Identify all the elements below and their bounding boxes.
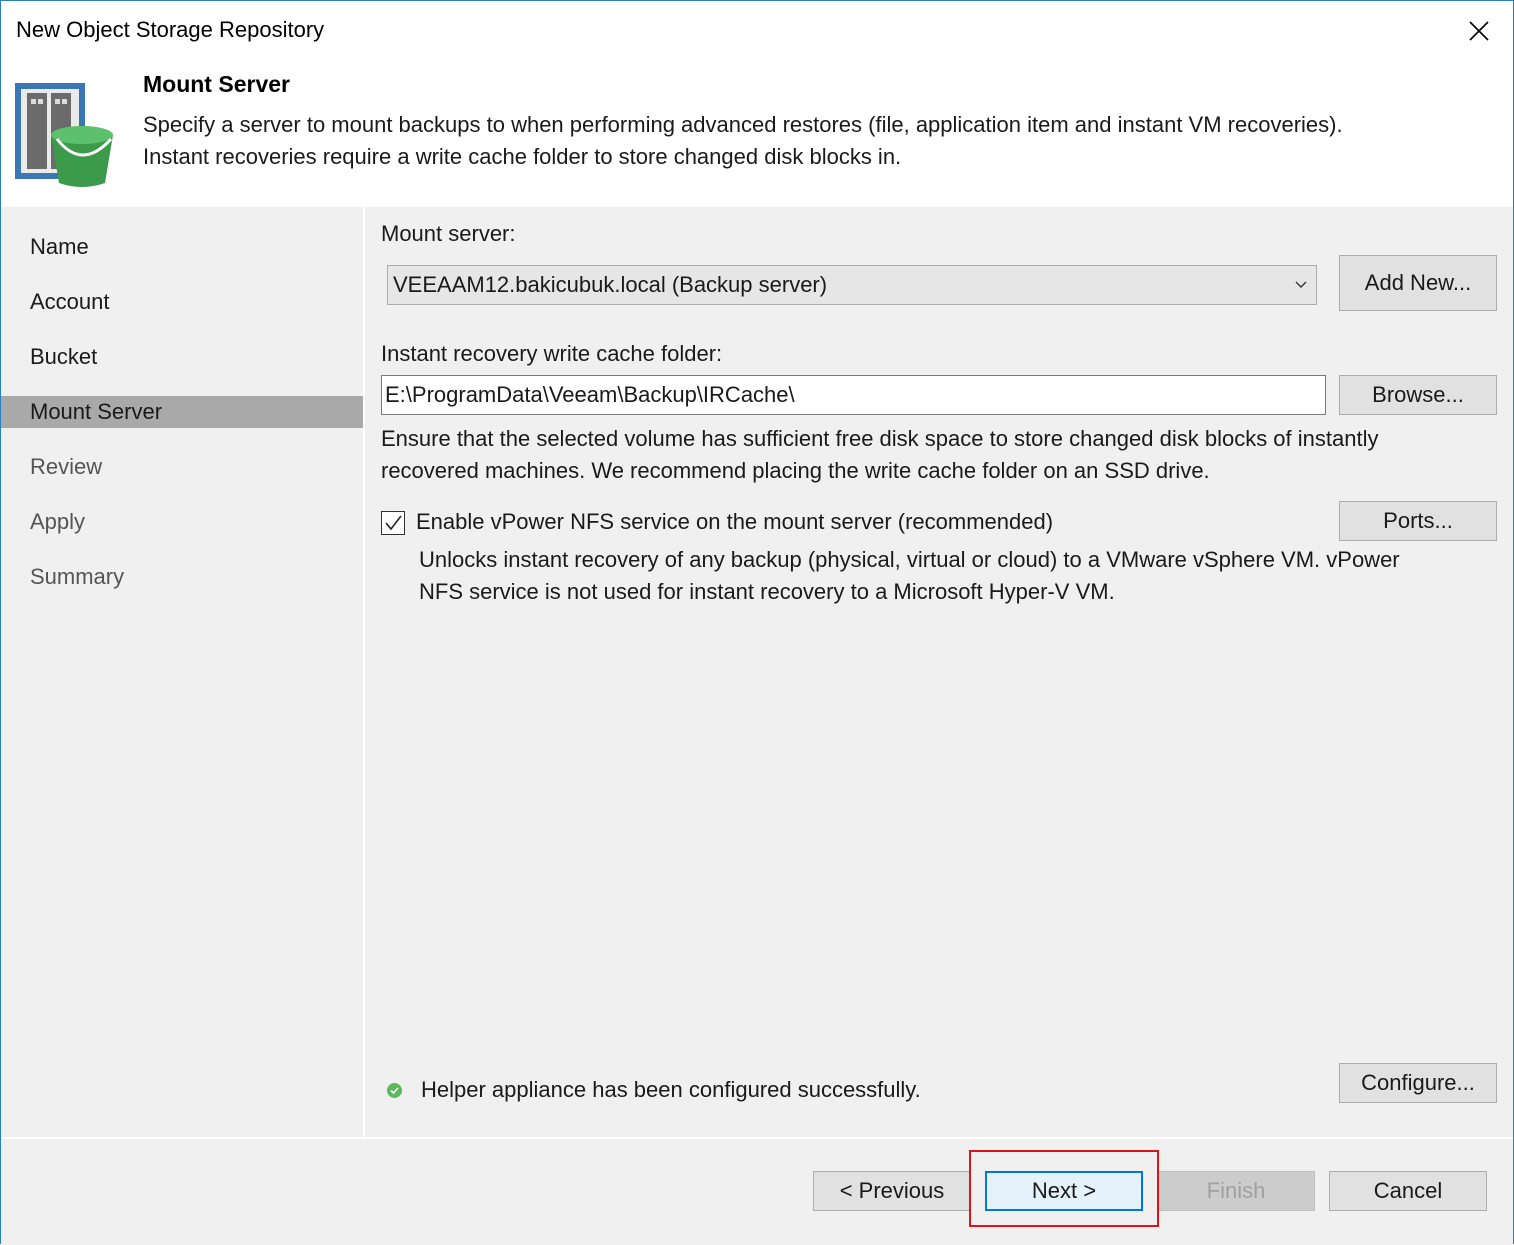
cache-note-line: Ensure that the selected volume has suff… (381, 426, 1379, 451)
wizard-window: New Object Storage Repository Mount Serv… (0, 0, 1514, 1245)
chevron-down-icon (1294, 266, 1308, 316)
mount-server-label: Mount server: (381, 221, 516, 246)
cancel-button[interactable]: Cancel (1329, 1171, 1487, 1211)
step-account[interactable]: Account (1, 286, 363, 318)
page-title: Mount Server (143, 71, 290, 97)
title-bar: New Object Storage Repository (1, 1, 1513, 63)
ports-button[interactable]: Ports... (1339, 501, 1497, 541)
page-description: Specify a server to mount backups to whe… (143, 109, 1493, 173)
checkmark-icon (385, 515, 402, 531)
step-summary[interactable]: Summary (1, 561, 363, 593)
step-name[interactable]: Name (1, 231, 363, 263)
configure-button[interactable]: Configure... (1339, 1063, 1497, 1103)
helper-status-text: Helper appliance has been configured suc… (421, 1077, 921, 1102)
vpower-desc-line: NFS service is not used for instant reco… (419, 579, 1115, 604)
cache-note-line: recovered machines. We recommend placing… (381, 458, 1210, 483)
page-description-line: Instant recoveries require a write cache… (143, 144, 902, 169)
mount-server-select[interactable]: VEEAAM12.bakicubuk.local (Backup server) (387, 265, 1317, 305)
add-new-button[interactable]: Add New... (1339, 255, 1497, 311)
wizard-header: Mount Server Specify a server to mount b… (1, 63, 1513, 207)
step-content: Mount server: VEEAAM12.bakicubuk.local (… (365, 207, 1513, 1137)
vpower-nfs-label[interactable]: Enable vPower NFS service on the mount s… (416, 509, 1053, 535)
vpower-nfs-checkbox[interactable] (381, 511, 405, 535)
next-button[interactable]: Next > (985, 1171, 1143, 1211)
step-review[interactable]: Review (1, 451, 363, 483)
finish-button: Finish (1157, 1171, 1315, 1211)
step-bucket[interactable]: Bucket (1, 341, 363, 373)
vpower-desc-line: Unlocks instant recovery of any backup (… (419, 547, 1400, 572)
cache-folder-note: Ensure that the selected volume has suff… (381, 423, 1491, 487)
previous-button[interactable]: < Previous (813, 1171, 971, 1211)
object-storage-icon (15, 83, 113, 187)
vpower-nfs-description: Unlocks instant recovery of any backup (… (419, 544, 1499, 608)
cache-folder-label: Instant recovery write cache folder: (381, 341, 723, 366)
close-icon (1469, 21, 1489, 41)
page-description-line: Specify a server to mount backups to whe… (143, 112, 1343, 137)
success-icon (387, 1083, 402, 1098)
browse-button[interactable]: Browse... (1339, 375, 1497, 415)
wizard-steps: Name Account Bucket Mount Server Review … (1, 207, 365, 1137)
window-title: New Object Storage Repository (16, 17, 325, 42)
step-mount-server[interactable]: Mount Server (1, 396, 363, 428)
step-apply[interactable]: Apply (1, 506, 363, 538)
wizard-body: Name Account Bucket Mount Server Review … (1, 207, 1513, 1137)
close-button[interactable] (1457, 11, 1501, 51)
mount-server-selected-value: VEEAAM12.bakicubuk.local (Backup server) (393, 272, 828, 297)
cache-folder-input[interactable]: E:\ProgramData\Veeam\Backup\IRCache\ (381, 375, 1326, 415)
wizard-footer: < Previous Next > Finish Cancel (1, 1137, 1513, 1245)
